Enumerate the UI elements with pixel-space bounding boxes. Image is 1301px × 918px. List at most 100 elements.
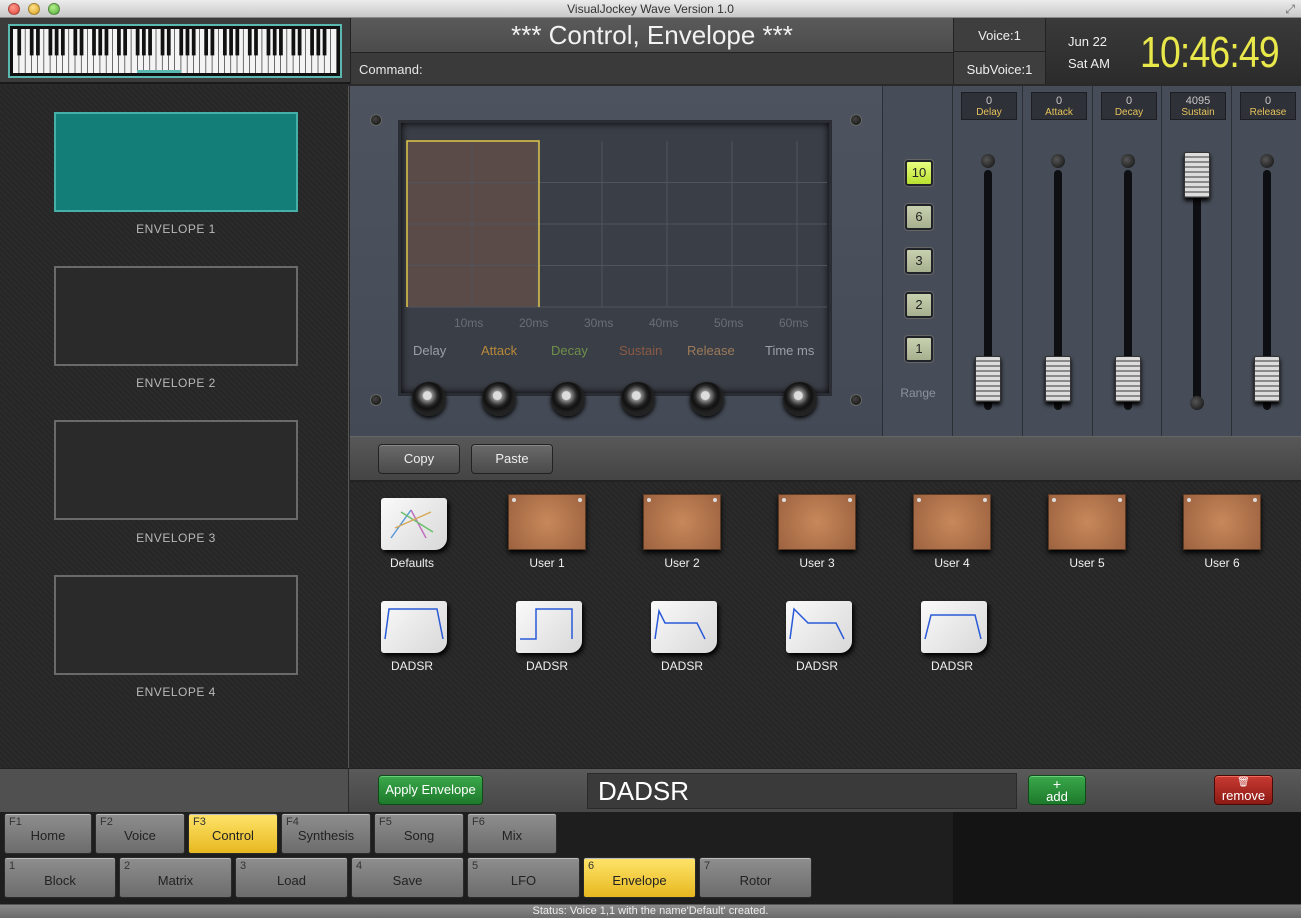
tab-mix[interactable]: F6 Mix xyxy=(467,813,557,854)
copy-button[interactable]: Copy xyxy=(378,444,460,474)
add-button[interactable]: + add xyxy=(1028,775,1086,805)
preset-defaults[interactable]: Defaults xyxy=(357,482,467,572)
black-key[interactable] xyxy=(160,29,165,56)
range-10-button[interactable]: 10 xyxy=(905,160,933,186)
black-key[interactable] xyxy=(297,29,302,56)
black-key[interactable] xyxy=(322,29,327,56)
black-key[interactable] xyxy=(36,29,40,56)
range-2-button[interactable]: 2 xyxy=(905,292,933,318)
black-key[interactable] xyxy=(117,29,121,56)
apply-envelope-button[interactable]: Apply Envelope xyxy=(378,775,483,805)
envelope-4-thumb[interactable] xyxy=(54,575,298,675)
black-key[interactable] xyxy=(272,29,277,56)
black-key[interactable] xyxy=(266,29,271,56)
delay-knob[interactable] xyxy=(412,382,446,416)
black-key[interactable] xyxy=(29,29,34,56)
envelope-2-thumb[interactable] xyxy=(54,266,298,366)
black-key[interactable] xyxy=(166,29,171,56)
range-1-button[interactable]: 1 xyxy=(905,336,933,362)
black-key[interactable] xyxy=(204,29,209,56)
tab-save[interactable]: 4 Save xyxy=(351,857,464,898)
black-key[interactable] xyxy=(179,29,184,56)
envelope-1-thumb[interactable] xyxy=(54,112,298,212)
apply-bar-spacer xyxy=(0,769,349,813)
preset-user-1[interactable]: User 1 xyxy=(492,482,602,572)
sustain-knob[interactable] xyxy=(621,382,655,416)
black-key[interactable] xyxy=(98,29,103,56)
preset-user-5[interactable]: User 5 xyxy=(1032,482,1142,572)
corkboard-icon xyxy=(1183,494,1261,550)
preset-user-6[interactable]: User 6 xyxy=(1167,482,1277,572)
decay-slider-cap xyxy=(1121,154,1135,168)
attack-slider-thumb[interactable] xyxy=(1045,356,1071,402)
delay-slider-thumb[interactable] xyxy=(975,356,1001,402)
black-key[interactable] xyxy=(247,29,252,56)
black-key[interactable] xyxy=(316,29,321,56)
black-key[interactable] xyxy=(235,29,240,56)
tab-block[interactable]: 1 Block xyxy=(4,857,116,898)
black-key[interactable] xyxy=(73,29,78,56)
white-key[interactable] xyxy=(330,29,337,73)
preset-user-4[interactable]: User 4 xyxy=(897,482,1007,572)
black-key[interactable] xyxy=(229,29,233,56)
attack-knob[interactable] xyxy=(482,382,516,416)
tab-voice[interactable]: F2 Voice xyxy=(95,813,185,854)
fullscreen-icon[interactable]: ⤢ xyxy=(1285,2,1295,17)
command-row[interactable]: Command: xyxy=(351,52,953,84)
black-key[interactable] xyxy=(141,29,146,56)
preset-dadsr-1[interactable]: DADSR xyxy=(357,585,467,675)
release-slider-thumb[interactable] xyxy=(1254,356,1280,402)
envelope-graph[interactable]: 10ms 20ms 30ms 40ms 50ms 60ms Delay Attack Deca… xyxy=(398,120,832,396)
tab-matrix[interactable]: 2 Matrix xyxy=(119,857,232,898)
range-6-button[interactable]: 6 xyxy=(905,204,933,230)
black-key[interactable] xyxy=(104,29,109,56)
black-key[interactable] xyxy=(17,29,22,56)
envelope-name-field[interactable]: DADSR xyxy=(587,773,1017,809)
voice-indicator: Voice:1 xyxy=(978,28,1021,43)
black-key[interactable] xyxy=(48,29,53,56)
black-key[interactable] xyxy=(191,29,196,56)
tab-lfo[interactable]: 5 LFO xyxy=(467,857,580,898)
piano-keyboard[interactable] xyxy=(8,24,342,78)
defaults-sheet-icon xyxy=(381,498,447,550)
black-key[interactable] xyxy=(60,29,65,56)
black-key[interactable] xyxy=(79,29,84,56)
remove-button[interactable]: 🗑 remove xyxy=(1214,775,1273,805)
tab-rotor[interactable]: 7 Rotor xyxy=(699,857,812,898)
black-key[interactable] xyxy=(222,29,227,56)
black-key[interactable] xyxy=(54,29,59,56)
paste-button[interactable]: Paste xyxy=(471,444,553,474)
black-key[interactable] xyxy=(135,29,140,56)
tab-label: Save xyxy=(392,873,423,888)
black-key[interactable] xyxy=(254,29,258,56)
decay-slider-thumb[interactable] xyxy=(1115,356,1141,402)
black-key[interactable] xyxy=(279,29,283,56)
time-knob[interactable] xyxy=(783,382,817,416)
preset-dadsr-2[interactable]: DADSR xyxy=(492,585,602,675)
sustain-slider-thumb[interactable] xyxy=(1184,152,1210,198)
preset-user-3[interactable]: User 3 xyxy=(762,482,872,572)
envelope-3-thumb[interactable] xyxy=(54,420,298,520)
tab-home[interactable]: F1 Home xyxy=(4,813,92,854)
range-3-button[interactable]: 3 xyxy=(905,248,933,274)
preset-dadsr-3[interactable]: DADSR xyxy=(627,585,737,675)
tab-load[interactable]: 3 Load xyxy=(235,857,348,898)
black-key[interactable] xyxy=(291,29,296,56)
release-knob[interactable] xyxy=(690,382,724,416)
decay-knob[interactable] xyxy=(551,382,585,416)
black-key[interactable] xyxy=(310,29,314,56)
black-key[interactable] xyxy=(185,29,190,56)
range-selector: 10 6 3 2 1 Range xyxy=(882,86,952,436)
black-key[interactable] xyxy=(210,29,215,56)
black-key[interactable] xyxy=(123,29,128,56)
tab-song[interactable]: F5 Song xyxy=(374,813,464,854)
preset-dadsr-4[interactable]: DADSR xyxy=(762,585,872,675)
tab-envelope[interactable]: 6 Envelope xyxy=(583,857,696,898)
tab-control[interactable]: F3 Control xyxy=(188,813,278,854)
preset-dadsr-5[interactable]: DADSR xyxy=(897,585,1007,675)
sustain-slider-track[interactable] xyxy=(1193,170,1201,410)
black-key[interactable] xyxy=(92,29,96,56)
black-key[interactable] xyxy=(148,29,152,56)
preset-user-2[interactable]: User 2 xyxy=(627,482,737,572)
tab-synthesis[interactable]: F4 Synthesis xyxy=(281,813,371,854)
